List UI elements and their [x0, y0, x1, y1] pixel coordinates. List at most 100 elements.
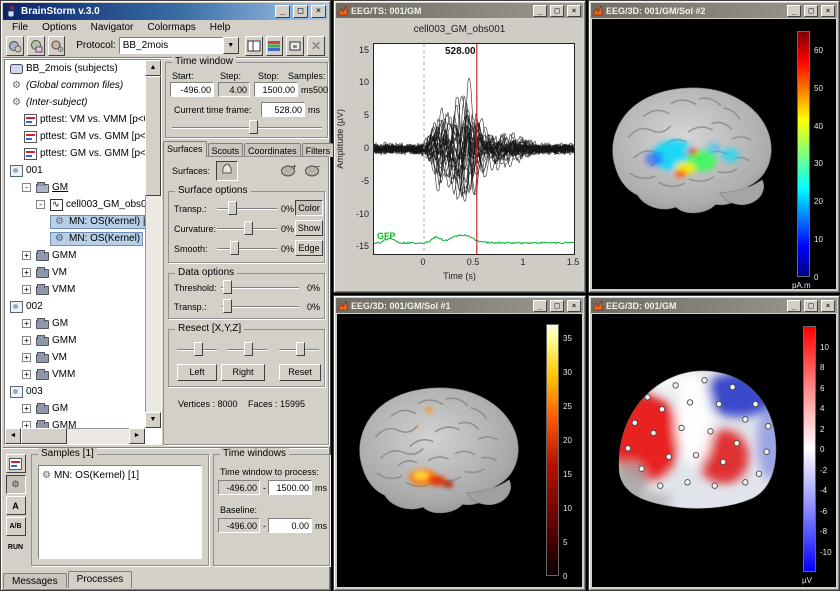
gm-close-button[interactable]: × — [821, 300, 835, 312]
samples-list[interactable]: ⚙ MN: OS(Kernel) [1] — [38, 465, 202, 559]
tree-row[interactable]: +VMM — [5, 366, 145, 383]
step-field[interactable] — [218, 82, 250, 97]
collapse-minus-icon[interactable]: - — [36, 200, 45, 209]
tree-row[interactable]: +VM — [5, 264, 145, 281]
expand-plus-icon[interactable]: + — [22, 285, 31, 294]
scalp-map-3d[interactable] — [594, 322, 798, 578]
edge-button[interactable]: Edge — [295, 240, 323, 256]
tree-row[interactable]: BB_2mois (subjects) — [5, 60, 145, 77]
colormap-button[interactable] — [266, 36, 284, 56]
snapshot-button[interactable] — [286, 36, 304, 56]
expand-plus-icon[interactable]: + — [22, 268, 31, 277]
delete-button[interactable]: ✕ — [307, 36, 325, 56]
process-gear-button[interactable]: ⚙ — [6, 475, 26, 494]
bottom-tab-messages[interactable]: Messages — [3, 573, 67, 588]
tree-row[interactable]: -cell003_GM_obs001 — [5, 196, 145, 213]
tree-row[interactable]: +GMM — [5, 332, 145, 349]
expand-plus-icon[interactable]: + — [22, 319, 31, 328]
tab-filters[interactable]: Filters — [302, 143, 335, 157]
maximize-button[interactable]: □ — [293, 5, 308, 18]
remove-surface-button[interactable]: − — [304, 162, 322, 181]
menu-item-options[interactable]: Options — [36, 21, 82, 34]
tab-surfaces[interactable]: Surfaces — [163, 141, 207, 157]
stat-process-button[interactable] — [6, 454, 26, 473]
ts-plot-area[interactable] — [373, 43, 575, 255]
resect-z-thumb[interactable] — [296, 342, 305, 356]
run-button[interactable]: RUN — [6, 538, 26, 557]
sol1-maximize-button[interactable]: □ — [550, 300, 564, 312]
sol1-title-bar[interactable]: EEG/3D: 001/GM/Sol #1 _ □ × — [336, 298, 583, 313]
process-a-button[interactable]: A — [6, 496, 26, 515]
surface-head-toggle[interactable] — [216, 161, 238, 181]
expand-plus-icon[interactable]: + — [22, 336, 31, 345]
gm-minimize-button[interactable]: _ — [787, 300, 801, 312]
process-ab-button[interactable]: A/B — [6, 517, 26, 536]
current-time-field[interactable] — [261, 102, 305, 117]
data-transp-slider-thumb[interactable] — [223, 299, 232, 313]
tree-hscroll-thumb[interactable] — [21, 428, 67, 444]
data-transp-slider[interactable] — [221, 299, 299, 314]
tab-scouts[interactable]: Scouts — [208, 143, 244, 157]
protocol-dropdown-arrow[interactable]: ▼ — [223, 37, 239, 54]
tree-vscroll-thumb[interactable] — [145, 76, 161, 196]
sol2-colorbar[interactable] — [797, 31, 810, 277]
tree-row[interactable]: 003 — [5, 383, 145, 400]
resect-x-slider[interactable] — [177, 342, 217, 357]
smooth-slider-thumb[interactable] — [230, 241, 239, 255]
resect-y-slider[interactable] — [227, 342, 267, 357]
tab-coordinates[interactable]: Coordinates — [244, 143, 301, 157]
tree-vertical-scrollbar[interactable]: ▲ ▼ — [145, 60, 161, 428]
scroll-left-icon[interactable]: ◄ — [5, 428, 21, 444]
show-button[interactable]: Show — [295, 220, 323, 236]
tree-row[interactable]: ⚙MN: OS(Kernel) — [5, 230, 145, 247]
tree-row[interactable]: +GM — [5, 315, 145, 332]
tree-row[interactable]: pttest: GM vs. GMM [p<0.05] — [5, 128, 145, 145]
gm-maximize-button[interactable]: □ — [804, 300, 818, 312]
scroll-up-icon[interactable]: ▲ — [145, 60, 161, 76]
minimize-button[interactable]: _ — [275, 5, 290, 18]
protocol-input[interactable] — [119, 37, 223, 54]
resect-reset-button[interactable]: Reset — [279, 364, 321, 381]
tree-horizontal-scrollbar[interactable]: ◄ ► — [5, 428, 145, 444]
time-slider-thumb[interactable] — [249, 120, 258, 134]
scroll-right-icon[interactable]: ► — [129, 428, 145, 444]
tree-row[interactable]: ⚙(Inter-subject) — [5, 94, 145, 111]
transp-slider[interactable] — [217, 201, 277, 216]
close-button[interactable]: × — [311, 5, 326, 18]
tree-row[interactable]: +GMM — [5, 417, 145, 428]
gm-title-bar[interactable]: EEG/3D: 001/GM _ □ × — [591, 298, 837, 313]
main-title-bar[interactable]: BrainStorm v.3.0 _ □ × — [3, 3, 328, 20]
scroll-down-icon[interactable]: ▼ — [145, 412, 161, 428]
tree-row[interactable]: 001 — [5, 162, 145, 179]
tree-row[interactable]: ⚙(Global common files) — [5, 77, 145, 94]
process-to-field[interactable] — [268, 480, 312, 495]
ts-title-bar[interactable]: EEG/TS: 001/GM _ □ × — [336, 3, 583, 18]
color-button[interactable]: Color — [295, 200, 323, 216]
threshold-slider-thumb[interactable] — [223, 280, 232, 294]
menu-item-navigator[interactable]: Navigator — [85, 21, 140, 34]
resect-right-button[interactable]: Right — [221, 364, 265, 381]
resect-left-button[interactable]: Left — [177, 364, 217, 381]
process-from-field[interactable] — [218, 480, 260, 495]
sol1-colorbar[interactable] — [546, 324, 559, 576]
sol2-maximize-button[interactable]: □ — [804, 5, 818, 17]
tree-row[interactable]: 002 — [5, 298, 145, 315]
ts-maximize-button[interactable]: □ — [550, 5, 564, 17]
curvature-slider[interactable] — [217, 221, 277, 236]
protocol-combobox[interactable]: ▼ — [119, 37, 239, 54]
menu-item-colormaps[interactable]: Colormaps — [141, 21, 201, 34]
start-field[interactable] — [170, 82, 214, 97]
expand-plus-icon[interactable]: + — [22, 353, 31, 362]
time-slider[interactable] — [172, 120, 322, 135]
sol1-minimize-button[interactable]: _ — [533, 300, 547, 312]
baseline-from-field[interactable] — [218, 518, 260, 533]
transp-slider-thumb[interactable] — [228, 201, 237, 215]
sol2-close-button[interactable]: × — [821, 5, 835, 17]
stop-field[interactable] — [254, 82, 298, 97]
layout-button[interactable] — [245, 36, 263, 56]
curvature-slider-thumb[interactable] — [244, 221, 253, 235]
collapse-minus-icon[interactable]: - — [22, 183, 31, 192]
tree-row[interactable]: ⚙MN: OS(Kernel) | zscore — [5, 213, 145, 230]
gm-figure-body[interactable]: µV 1086420-2-4-6-8-10 — [592, 314, 836, 587]
expand-plus-icon[interactable]: + — [22, 251, 31, 260]
